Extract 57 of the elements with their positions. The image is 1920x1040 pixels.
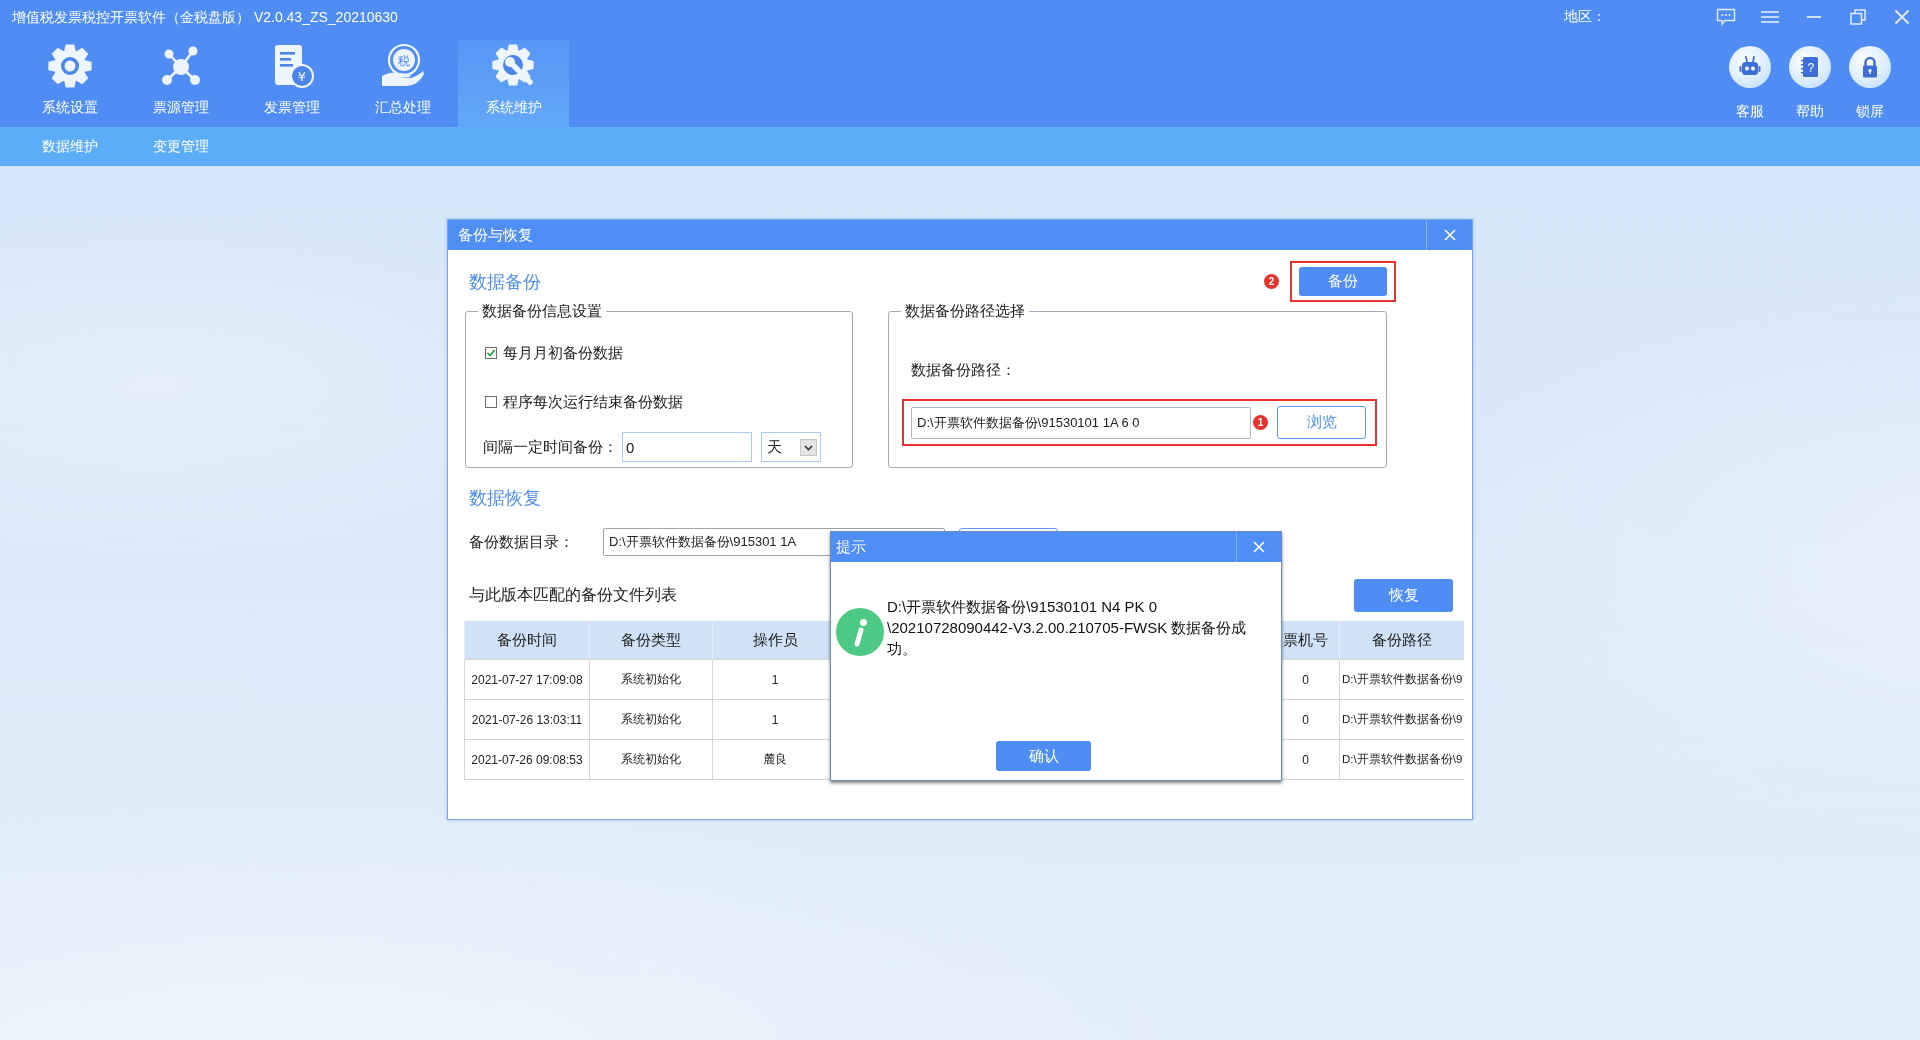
region-label: 地区： <box>1564 8 1606 26</box>
interval-field[interactable]: 0 <box>622 432 752 462</box>
interval-label: 间隔一定时间备份： <box>483 437 619 457</box>
menu-icon[interactable] <box>1760 10 1780 24</box>
checkbox[interactable] <box>485 396 497 408</box>
nav-tab[interactable]: 税 汇总处理 <box>347 40 458 127</box>
section-heading: 数据恢复 <box>469 487 542 510</box>
list-title: 与此版本匹配的备份文件列表 <box>469 585 677 605</box>
robot-icon <box>1729 46 1771 88</box>
subnav-tab[interactable]: 数据维护 <box>41 137 98 156</box>
nav-tab[interactable]: ¥ 发票管理 <box>236 40 347 127</box>
checkbox[interactable] <box>485 347 497 359</box>
column-header: 备份类型 <box>589 621 713 660</box>
tool-button[interactable]: 锁屏 <box>1840 40 1900 127</box>
table-cell: 系统初始化 <box>589 699 713 740</box>
path-label: 数据备份路径： <box>911 360 1017 380</box>
chat-icon[interactable] <box>1716 8 1736 26</box>
column-header: 备份时间 <box>464 621 590 660</box>
nav-tab[interactable]: 票源管理 <box>125 40 236 127</box>
table-cell: D:\开票软件数据备份\9 <box>1339 659 1464 700</box>
restore-icon[interactable] <box>1850 9 1866 25</box>
table-cell: 系统初始化 <box>589 659 713 700</box>
group-legend: 数据备份路径选择 <box>901 302 1029 320</box>
gear-icon <box>46 43 93 89</box>
table-cell: 2021-07-26 13:03:11 <box>464 699 590 740</box>
table-cell: 系统初始化 <box>589 739 713 780</box>
step-marker: 1 <box>1253 415 1268 430</box>
nav-tab[interactable]: 系统设置 <box>14 40 125 127</box>
restore-button[interactable]: 恢复 <box>1354 579 1453 612</box>
confirm-button[interactable]: 确认 <box>996 741 1091 771</box>
directory-label: 备份数据目录： <box>469 532 575 552</box>
step-marker: 2 <box>1264 274 1279 289</box>
info-icon <box>836 608 884 656</box>
option-label: 程序每次运行结束备份数据 <box>503 392 683 412</box>
message-text: D:\开票软件数据备份\91530101 N4 PK 0 \20210728090442-V3.2.00.210705-FWSK 数据备份成功。 <box>887 597 1248 659</box>
table-cell: 2021-07-26 09:08:53 <box>464 739 590 780</box>
group-legend: 数据备份信息设置 <box>478 302 606 320</box>
lock-icon <box>1849 46 1891 88</box>
minimize-icon[interactable] <box>1806 15 1822 19</box>
column-header: 备份路径 <box>1339 621 1464 660</box>
subnav-tab[interactable]: 变更管理 <box>152 137 209 156</box>
backup-button[interactable]: 备份 <box>1299 267 1387 296</box>
tool-button[interactable]: 客服 <box>1720 40 1780 127</box>
dialog-title: 备份与恢复 <box>457 225 533 245</box>
option-label: 每月月初备份数据 <box>503 343 623 363</box>
browse-button[interactable]: 浏览 <box>1277 406 1366 439</box>
message-title: 提示 <box>835 537 866 557</box>
path-field[interactable]: D:\开票软件数据备份\91530101 1A 6 0 <box>911 406 1251 439</box>
tool-button[interactable]: ? 帮助 <box>1780 40 1840 127</box>
wrench-gear-icon <box>490 43 537 89</box>
help-book-icon: ? <box>1789 46 1831 88</box>
close-icon[interactable] <box>1894 9 1910 25</box>
window-title: 增值税发票税控开票软件（金税盘版） V2.0.43_ZS_20210630 <box>12 8 398 27</box>
nav-tab[interactable]: 系统维护 <box>458 40 569 127</box>
table-cell: 2021-07-27 17:09:08 <box>464 659 590 700</box>
unit-dropdown[interactable]: 天 <box>761 432 821 462</box>
section-heading: 数据备份 <box>469 270 541 294</box>
